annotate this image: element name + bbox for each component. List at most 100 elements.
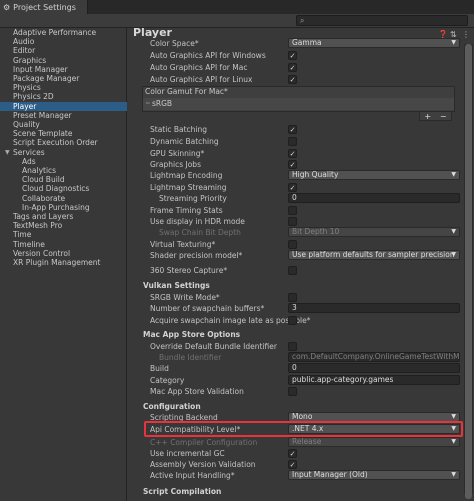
sidebar-item-textmesh-pro[interactable]: TextMesh Pro — [13, 221, 62, 230]
mac-app-store-header: Mac App Store Options — [143, 330, 241, 339]
expand-arrow-icon[interactable]: ▼ — [5, 148, 10, 157]
sidebar-item-input-manager[interactable]: Input Manager — [13, 65, 68, 74]
graphics-jobs-row: Graphics Jobs ✓ — [140, 159, 460, 170]
dynamic-batching-checkbox[interactable] — [288, 137, 297, 146]
sidebar-item-label: Ads — [22, 156, 36, 166]
search-icon: ⌕ — [300, 16, 305, 25]
sidebar-item-timeline[interactable]: Timeline — [13, 240, 45, 249]
chevron-down-icon: ▼ — [451, 251, 456, 258]
hdr-display-checkbox[interactable] — [288, 217, 297, 226]
streaming-priority-label: Streaming Priority — [159, 194, 227, 203]
sidebar-item-ads[interactable]: Ads — [22, 157, 36, 166]
sidebar-item-label: Physics 2D — [13, 92, 54, 102]
static-batching-checkbox[interactable]: ✓ — [288, 125, 297, 134]
drag-handle-icon[interactable]: ═ — [146, 100, 150, 107]
frame-timing-checkbox[interactable] — [288, 206, 297, 215]
remove-icon[interactable]: − — [440, 112, 447, 121]
menu-icon[interactable]: ⋮ — [462, 30, 470, 39]
sidebar-item-preset-manager[interactable]: Preset Manager — [13, 111, 72, 120]
gear-icon: ⚙ — [3, 2, 11, 12]
bundle-identifier-label: Bundle Identifier — [159, 353, 222, 362]
build-row: Build 0 — [140, 363, 460, 374]
frame-timing-row: Frame Timing Stats — [140, 205, 460, 216]
sidebar-item-package-manager[interactable]: Package Manager — [13, 74, 79, 83]
assembly-validation-checkbox[interactable]: ✓ — [288, 460, 297, 469]
sidebar-item-services[interactable]: ▼ Services — [5, 147, 45, 157]
stereo-capture-checkbox[interactable] — [288, 266, 297, 275]
auto-gfx-mac-label: Auto Graphics API for Mac — [150, 63, 248, 72]
sidebar-item-label: Scene Template — [13, 129, 73, 139]
sidebar-item-cloud-diagnostics[interactable]: Cloud Diagnostics — [22, 184, 89, 193]
add-icon[interactable]: + — [424, 112, 431, 121]
sidebar-item-label: Quality — [13, 120, 40, 129]
color-space-dropdown[interactable]: Gamma ▼ — [288, 38, 460, 48]
sidebar-item-adaptive-performance[interactable]: Adaptive Performance — [13, 28, 96, 37]
streaming-priority-field[interactable]: 0 — [288, 193, 460, 203]
acquire-late-checkbox[interactable] — [288, 316, 297, 325]
sidebar-item-physics-2d[interactable]: Physics 2D — [13, 92, 54, 101]
sidebar-item-time[interactable]: Time — [13, 230, 31, 239]
sidebar-item-script-execution-order[interactable]: Script Execution Order — [13, 138, 98, 147]
incremental-gc-checkbox[interactable]: ✓ — [288, 449, 297, 458]
script-compilation-header: Script Compilation — [143, 487, 222, 496]
sidebar-item-label: Graphics — [13, 55, 47, 65]
sidebar-item-version-control[interactable]: Version Control — [13, 249, 70, 258]
mac-store-validation-label: Mac App Store Validation — [150, 387, 244, 396]
sidebar-item-player[interactable]: Player — [0, 101, 127, 111]
sidebar-item-xr-plugin-management[interactable]: XR Plugin Management — [13, 258, 100, 267]
sidebar-item-in-app-purchasing[interactable]: In-App Purchasing — [22, 203, 90, 212]
mac-store-validation-checkbox[interactable] — [288, 387, 297, 396]
sidebar-item-quality[interactable]: Quality — [13, 120, 40, 129]
window-tab[interactable]: ⚙ Project Settings — [0, 0, 88, 14]
auto-gfx-windows-checkbox[interactable]: ✓ — [288, 51, 297, 60]
auto-gfx-mac-row: Auto Graphics API for Mac ✓ — [140, 62, 460, 73]
auto-gfx-linux-checkbox[interactable]: ✓ — [288, 75, 297, 84]
color-gamut-item[interactable] — [143, 98, 454, 110]
sidebar-item-physics[interactable]: Physics — [13, 83, 41, 92]
static-batching-label: Static Batching — [150, 125, 207, 134]
lightmap-encoding-dropdown[interactable]: High Quality ▼ — [288, 170, 460, 180]
auto-gfx-windows-row: Auto Graphics API for Windows ✓ — [140, 50, 460, 61]
build-field[interactable]: 0 — [288, 363, 460, 373]
category-label: Category — [150, 376, 185, 385]
sidebar-item-tags-and-layers[interactable]: Tags and Layers — [13, 212, 73, 221]
hdr-display-label: Use display in HDR mode — [150, 217, 245, 226]
cpp-compiler-row: C++ Compiler Configuration Release ▼ — [140, 437, 460, 448]
window-title: Project Settings — [13, 2, 76, 12]
sidebar-item-collaborate[interactable]: Collaborate — [22, 194, 65, 203]
sidebar-item-label: Collaborate — [22, 193, 66, 203]
sidebar-item-label: In-App Purchasing — [22, 202, 90, 212]
sidebar-item-label: Services — [13, 147, 45, 157]
graphics-jobs-checkbox[interactable]: ✓ — [288, 160, 297, 169]
swapchain-buffers-label: Number of swapchain buffers* — [150, 304, 265, 313]
lightmap-streaming-checkbox[interactable]: ✓ — [288, 183, 297, 192]
sidebar-item-analytics[interactable]: Analytics — [22, 166, 56, 175]
dynamic-batching-row: Dynamic Batching — [140, 136, 460, 147]
scripting-backend-value: Mono — [292, 412, 313, 421]
search-input[interactable]: ⌕ — [296, 15, 468, 26]
incremental-gc-row: Use incremental GC ✓ — [140, 448, 460, 459]
active-input-dropdown[interactable]: Input Manager (Old) ▼ — [288, 470, 460, 480]
auto-gfx-linux-label: Auto Graphics API for Linux — [150, 75, 253, 84]
override-bundle-checkbox[interactable] — [288, 342, 297, 351]
virtual-texturing-checkbox[interactable] — [288, 240, 297, 249]
gpu-skinning-checkbox[interactable]: ✓ — [288, 149, 297, 158]
srgb-write-checkbox[interactable] — [288, 293, 297, 302]
gpu-skinning-row: GPU Skinning* ✓ — [140, 148, 460, 159]
active-input-value: Input Manager (Old) — [292, 470, 368, 479]
virtual-texturing-label: Virtual Texturing* — [150, 240, 216, 249]
graphics-jobs-label: Graphics Jobs — [150, 160, 201, 169]
sidebar-item-cloud-build[interactable]: Cloud Build — [22, 175, 65, 184]
swapchain-buffers-field[interactable]: 3 — [288, 303, 460, 313]
sidebar-item-editor[interactable]: Editor — [13, 46, 35, 55]
lightmap-streaming-label: Lightmap Streaming — [150, 183, 227, 192]
shader-precision-dropdown[interactable]: Use platform defaults for sampler precis… — [288, 250, 460, 260]
category-field[interactable]: public.app-category.games — [288, 375, 460, 385]
sidebar-item-audio[interactable]: Audio — [13, 37, 34, 46]
cpp-compiler-value: Release — [292, 437, 322, 446]
active-input-row: Active Input Handling* Input Manager (Ol… — [140, 470, 460, 481]
scrollbar-thumb[interactable] — [465, 44, 472, 499]
sidebar-item-scene-template[interactable]: Scene Template — [13, 129, 72, 138]
sidebar-item-graphics[interactable]: Graphics — [13, 56, 46, 65]
auto-gfx-mac-checkbox[interactable]: ✓ — [288, 63, 297, 72]
